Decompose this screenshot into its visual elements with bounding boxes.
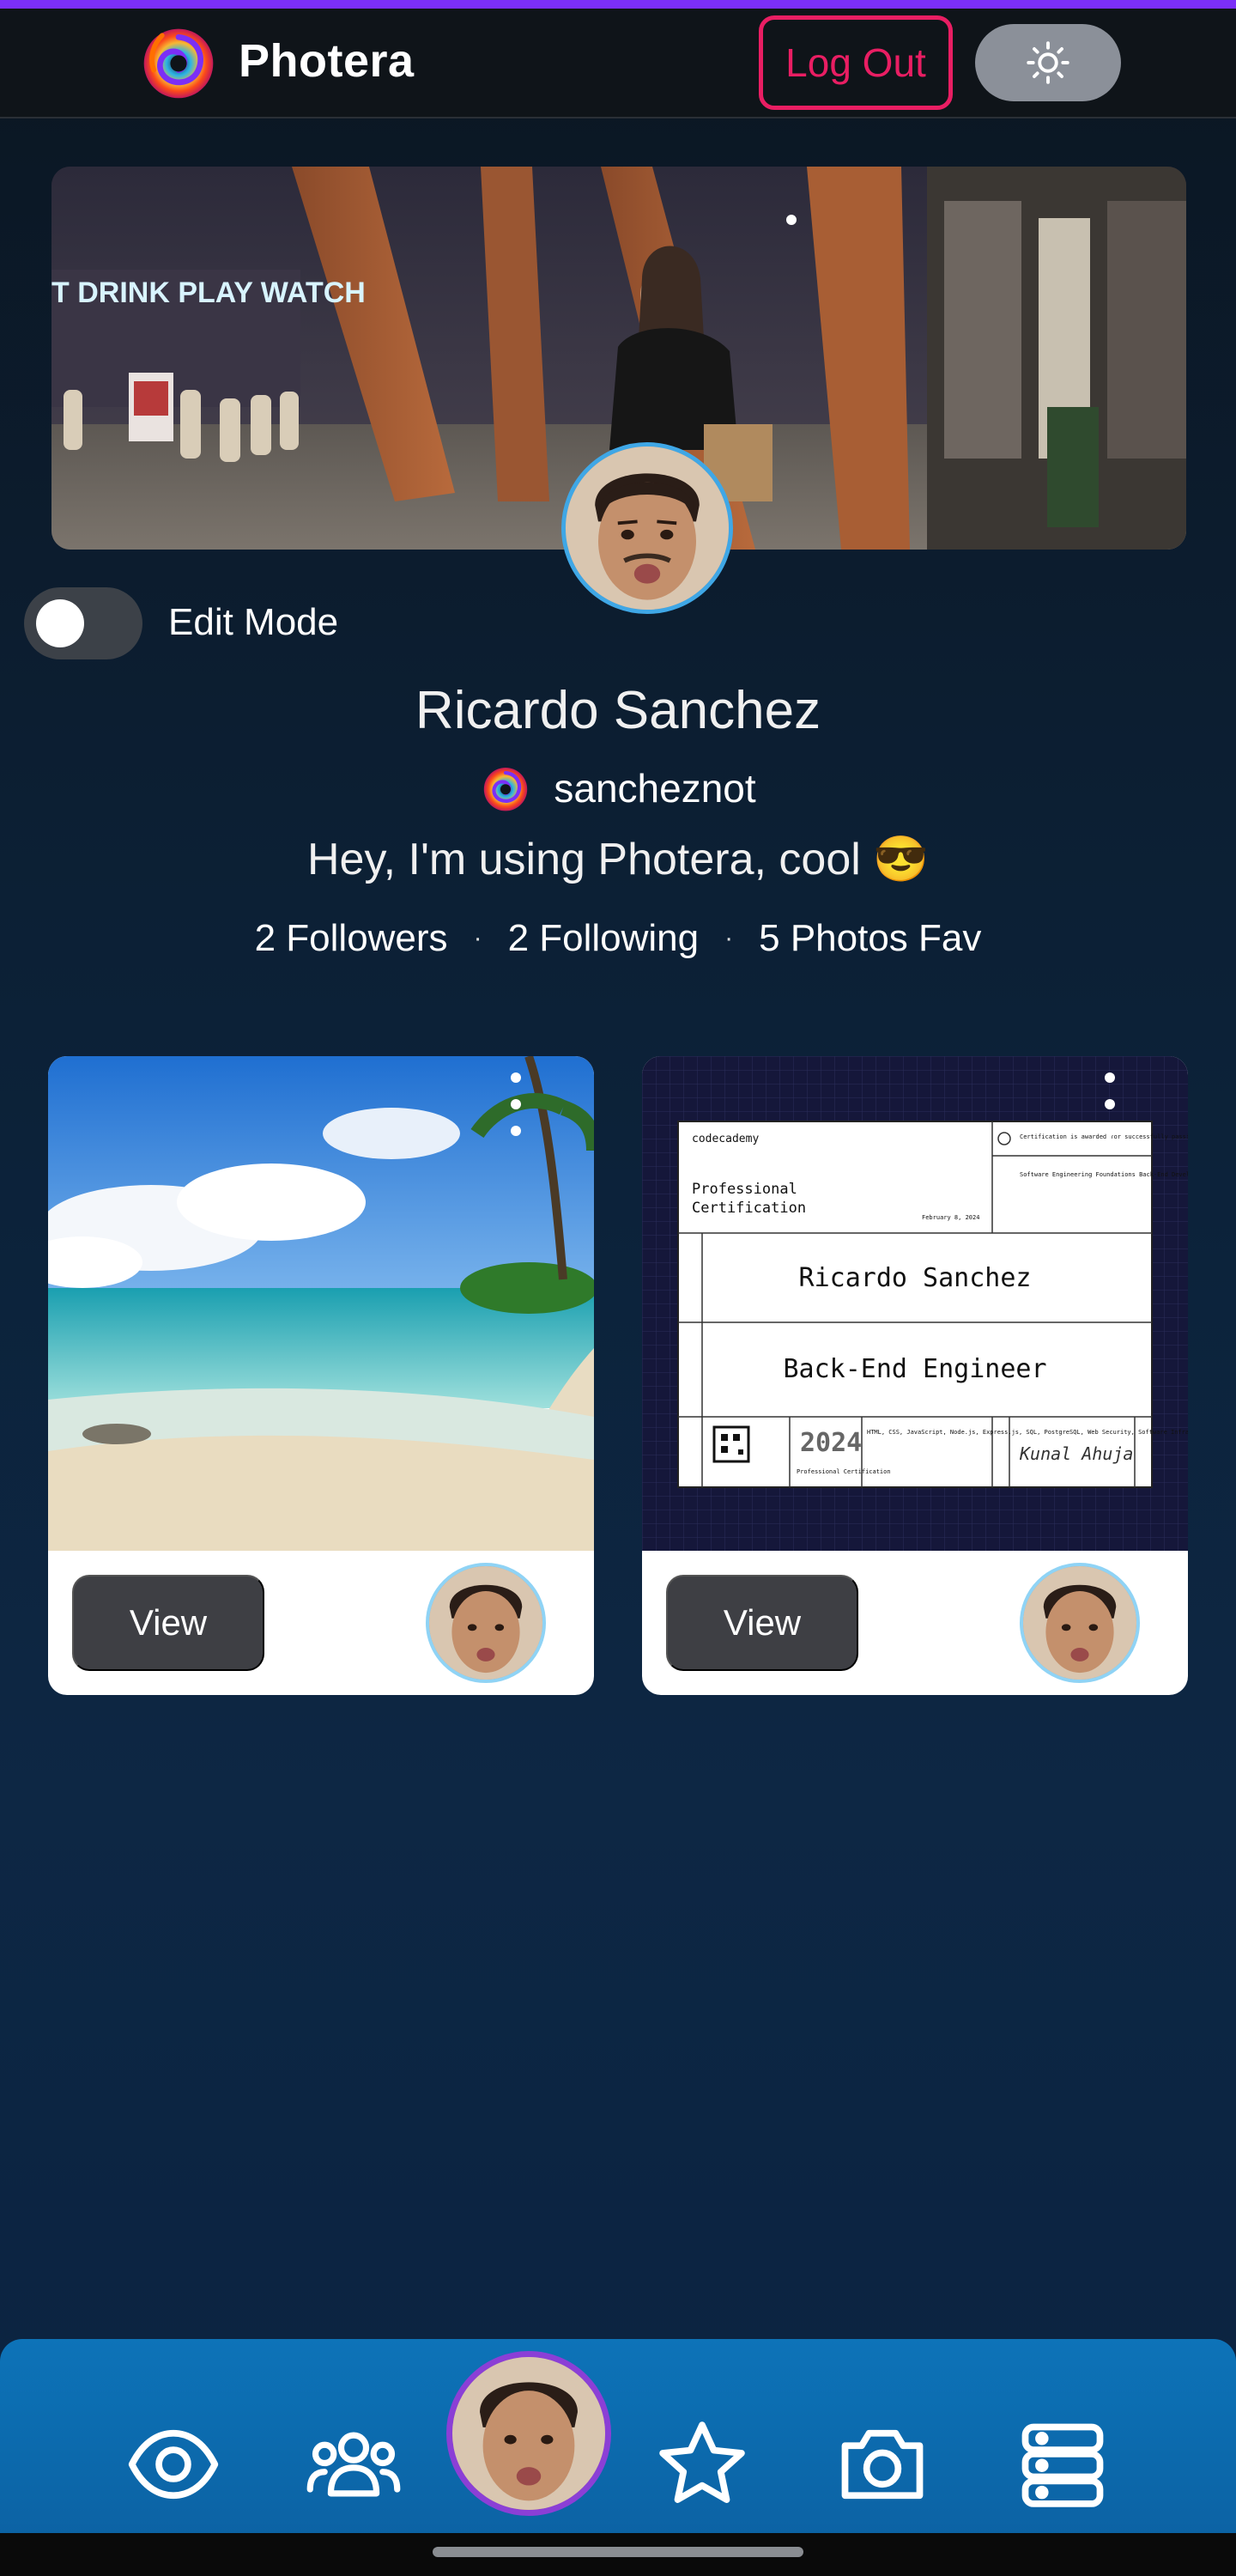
camera-icon[interactable]: [833, 2415, 932, 2514]
view-button[interactable]: View: [666, 1575, 858, 1671]
card-owner-avatar[interactable]: [1020, 1563, 1140, 1683]
photera-logo-icon[interactable]: [137, 21, 220, 103]
edit-mode-label: Edit Mode: [168, 601, 339, 643]
edit-mode-toggle[interactable]: [24, 587, 142, 659]
profile-name: Ricardo Sanchez: [415, 681, 821, 740]
more-options-icon[interactable]: [510, 1072, 522, 1137]
photera-logo-icon: [484, 768, 528, 811]
eye-icon[interactable]: [124, 2415, 223, 2514]
theme-toggle-button[interactable]: [975, 24, 1121, 101]
following-count[interactable]: 2 Following: [508, 917, 700, 960]
photos-fav-count[interactable]: 5 Photos Fav: [759, 917, 981, 960]
face-illustration: [1023, 1566, 1136, 1680]
brand-title[interactable]: Photera: [239, 34, 415, 88]
svg-text:Back-End Engineer: Back-End Engineer: [783, 1354, 1046, 1384]
app-header: Photera Log Out: [0, 9, 1236, 118]
followers-count[interactable]: 2 Followers: [255, 917, 448, 960]
face-illustration: [429, 1566, 542, 1680]
card-owner-avatar[interactable]: [426, 1563, 546, 1683]
profile-handle-row: sancheznot: [0, 762, 1236, 814]
face-illustration: [452, 2357, 605, 2510]
beach-photo[interactable]: [48, 1056, 594, 1551]
certificate-photo[interactable]: codecademy Professional Certification Fe…: [642, 1056, 1188, 1551]
svg-text:codecademy: codecademy: [692, 1133, 759, 1145]
profile-stats: 2 Followers · 2 Following · 5 Photos Fav: [0, 917, 1236, 960]
photo-card: View: [48, 1056, 594, 1695]
more-options-icon[interactable]: [1104, 1072, 1116, 1137]
photo-card: codecademy Professional Certification Fe…: [642, 1056, 1188, 1695]
svg-text:Certification: Certification: [692, 1200, 806, 1217]
svg-text:Ricardo Sanchez: Ricardo Sanchez: [799, 1263, 1032, 1293]
svg-text:2024: 2024: [800, 1428, 862, 1458]
home-indicator[interactable]: [433, 2547, 803, 2557]
stats-separator: ·: [724, 924, 734, 952]
svg-text:Professional: Professional: [692, 1181, 797, 1198]
cover-sign: T DRINK PLAY WATCH: [52, 276, 366, 309]
profile-bio: Hey, I'm using Photera, cool 😎: [306, 835, 929, 884]
svg-text:Professional Certification: Professional Certification: [797, 1468, 891, 1475]
svg-text:HTML, CSS, JavaScript, Node.js: HTML, CSS, JavaScript, Node.js, Express.…: [867, 1429, 1188, 1436]
svg-text:February 8, 2024: February 8, 2024: [922, 1214, 979, 1221]
svg-text:Kunal Ahuja: Kunal Ahuja: [1019, 1443, 1133, 1464]
face-illustration: [566, 447, 729, 610]
svg-text:Software Engineering Foundatio: Software Engineering Foundations Back-En…: [1020, 1171, 1188, 1178]
server-icon[interactable]: [1013, 2415, 1112, 2514]
nav-profile-avatar[interactable]: [446, 2351, 611, 2516]
profile-handle: sancheznot: [554, 766, 756, 811]
view-button[interactable]: View: [72, 1575, 264, 1671]
profile-avatar[interactable]: [561, 442, 733, 614]
community-icon[interactable]: [304, 2415, 403, 2514]
sun-icon: [1027, 41, 1069, 84]
logout-button[interactable]: Log Out: [759, 15, 953, 110]
top-accent-stripe: [0, 0, 1236, 9]
svg-text:T DRINK PLAY WATCH: T DRINK PLAY WATCH: [52, 276, 366, 309]
stats-separator: ·: [473, 924, 482, 952]
toggle-knob: [36, 599, 84, 647]
star-icon[interactable]: [652, 2415, 752, 2514]
